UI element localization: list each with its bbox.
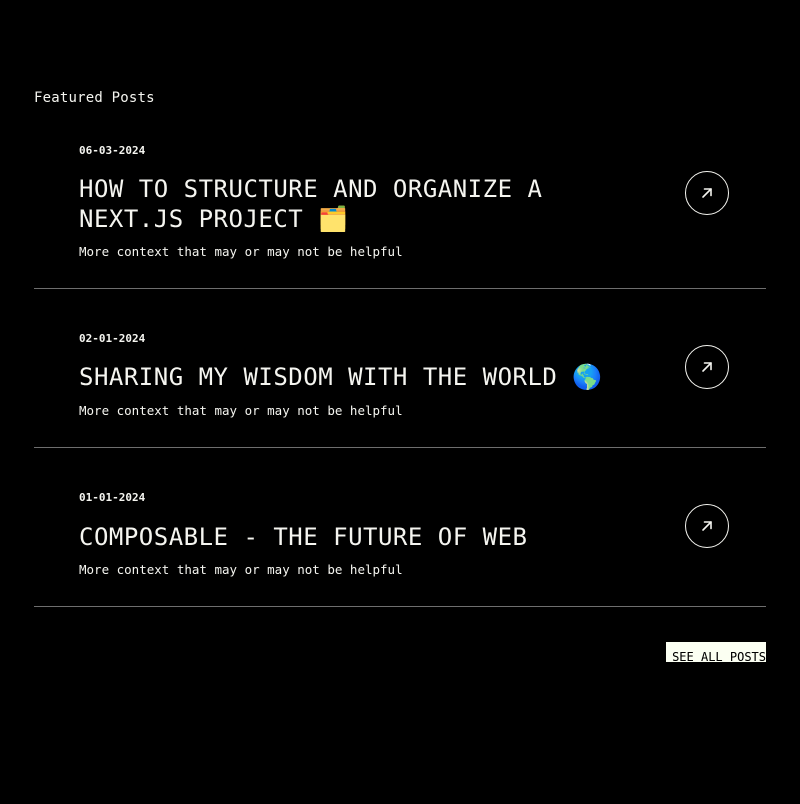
post-item: 06-03-2024 HOW TO STRUCTURE AND ORGANIZE…	[34, 130, 766, 289]
post-description: More context that may or may not be help…	[79, 244, 403, 259]
post-date: 01-01-2024	[79, 491, 146, 504]
post-item: 02-01-2024 SHARING MY WISDOM WITH THE WO…	[34, 289, 766, 448]
arrow-up-right-icon	[702, 188, 712, 198]
arrow-up-right-icon	[702, 362, 712, 372]
page: Featured Posts 06-03-2024 HOW TO STRUCTU…	[0, 0, 800, 804]
post-link-button[interactable]	[685, 171, 729, 215]
post-title[interactable]: COMPOSABLE - THE FUTURE OF WEB	[79, 522, 639, 552]
see-all-posts-label: SEE ALL POSTS	[672, 650, 766, 662]
post-title[interactable]: HOW TO STRUCTURE AND ORGANIZE A NEXT.JS …	[79, 174, 639, 234]
post-link-button[interactable]	[685, 345, 729, 389]
post-date: 06-03-2024	[79, 144, 146, 157]
post-item: 01-01-2024 COMPOSABLE - THE FUTURE OF WE…	[34, 448, 766, 607]
post-description: More context that may or may not be help…	[79, 403, 403, 418]
post-title[interactable]: SHARING MY WISDOM WITH THE WORLD 🌎	[79, 362, 679, 392]
see-all-posts-button[interactable]: SEE ALL POSTS	[666, 642, 766, 662]
post-link-button[interactable]	[685, 504, 729, 548]
section-title: Featured Posts	[34, 90, 155, 106]
arrow-up-right-icon	[702, 521, 712, 531]
post-description: More context that may or may not be help…	[79, 562, 403, 577]
post-date: 02-01-2024	[79, 332, 146, 345]
